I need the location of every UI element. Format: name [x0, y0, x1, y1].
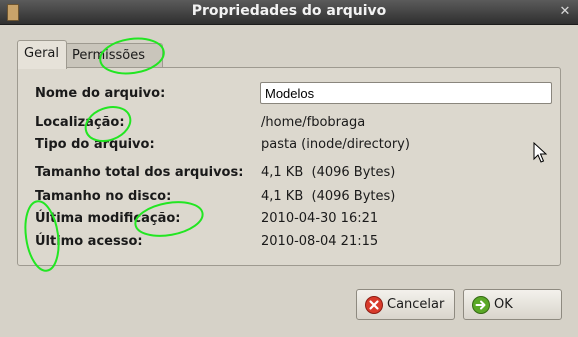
annotation-circle	[134, 201, 204, 237]
annotation-overlay	[24, 37, 204, 272]
annotation-circle	[24, 200, 60, 272]
annotation-circle	[84, 106, 132, 142]
annotation-circle	[99, 37, 165, 75]
tab-geral[interactable]: Geral	[17, 40, 67, 69]
